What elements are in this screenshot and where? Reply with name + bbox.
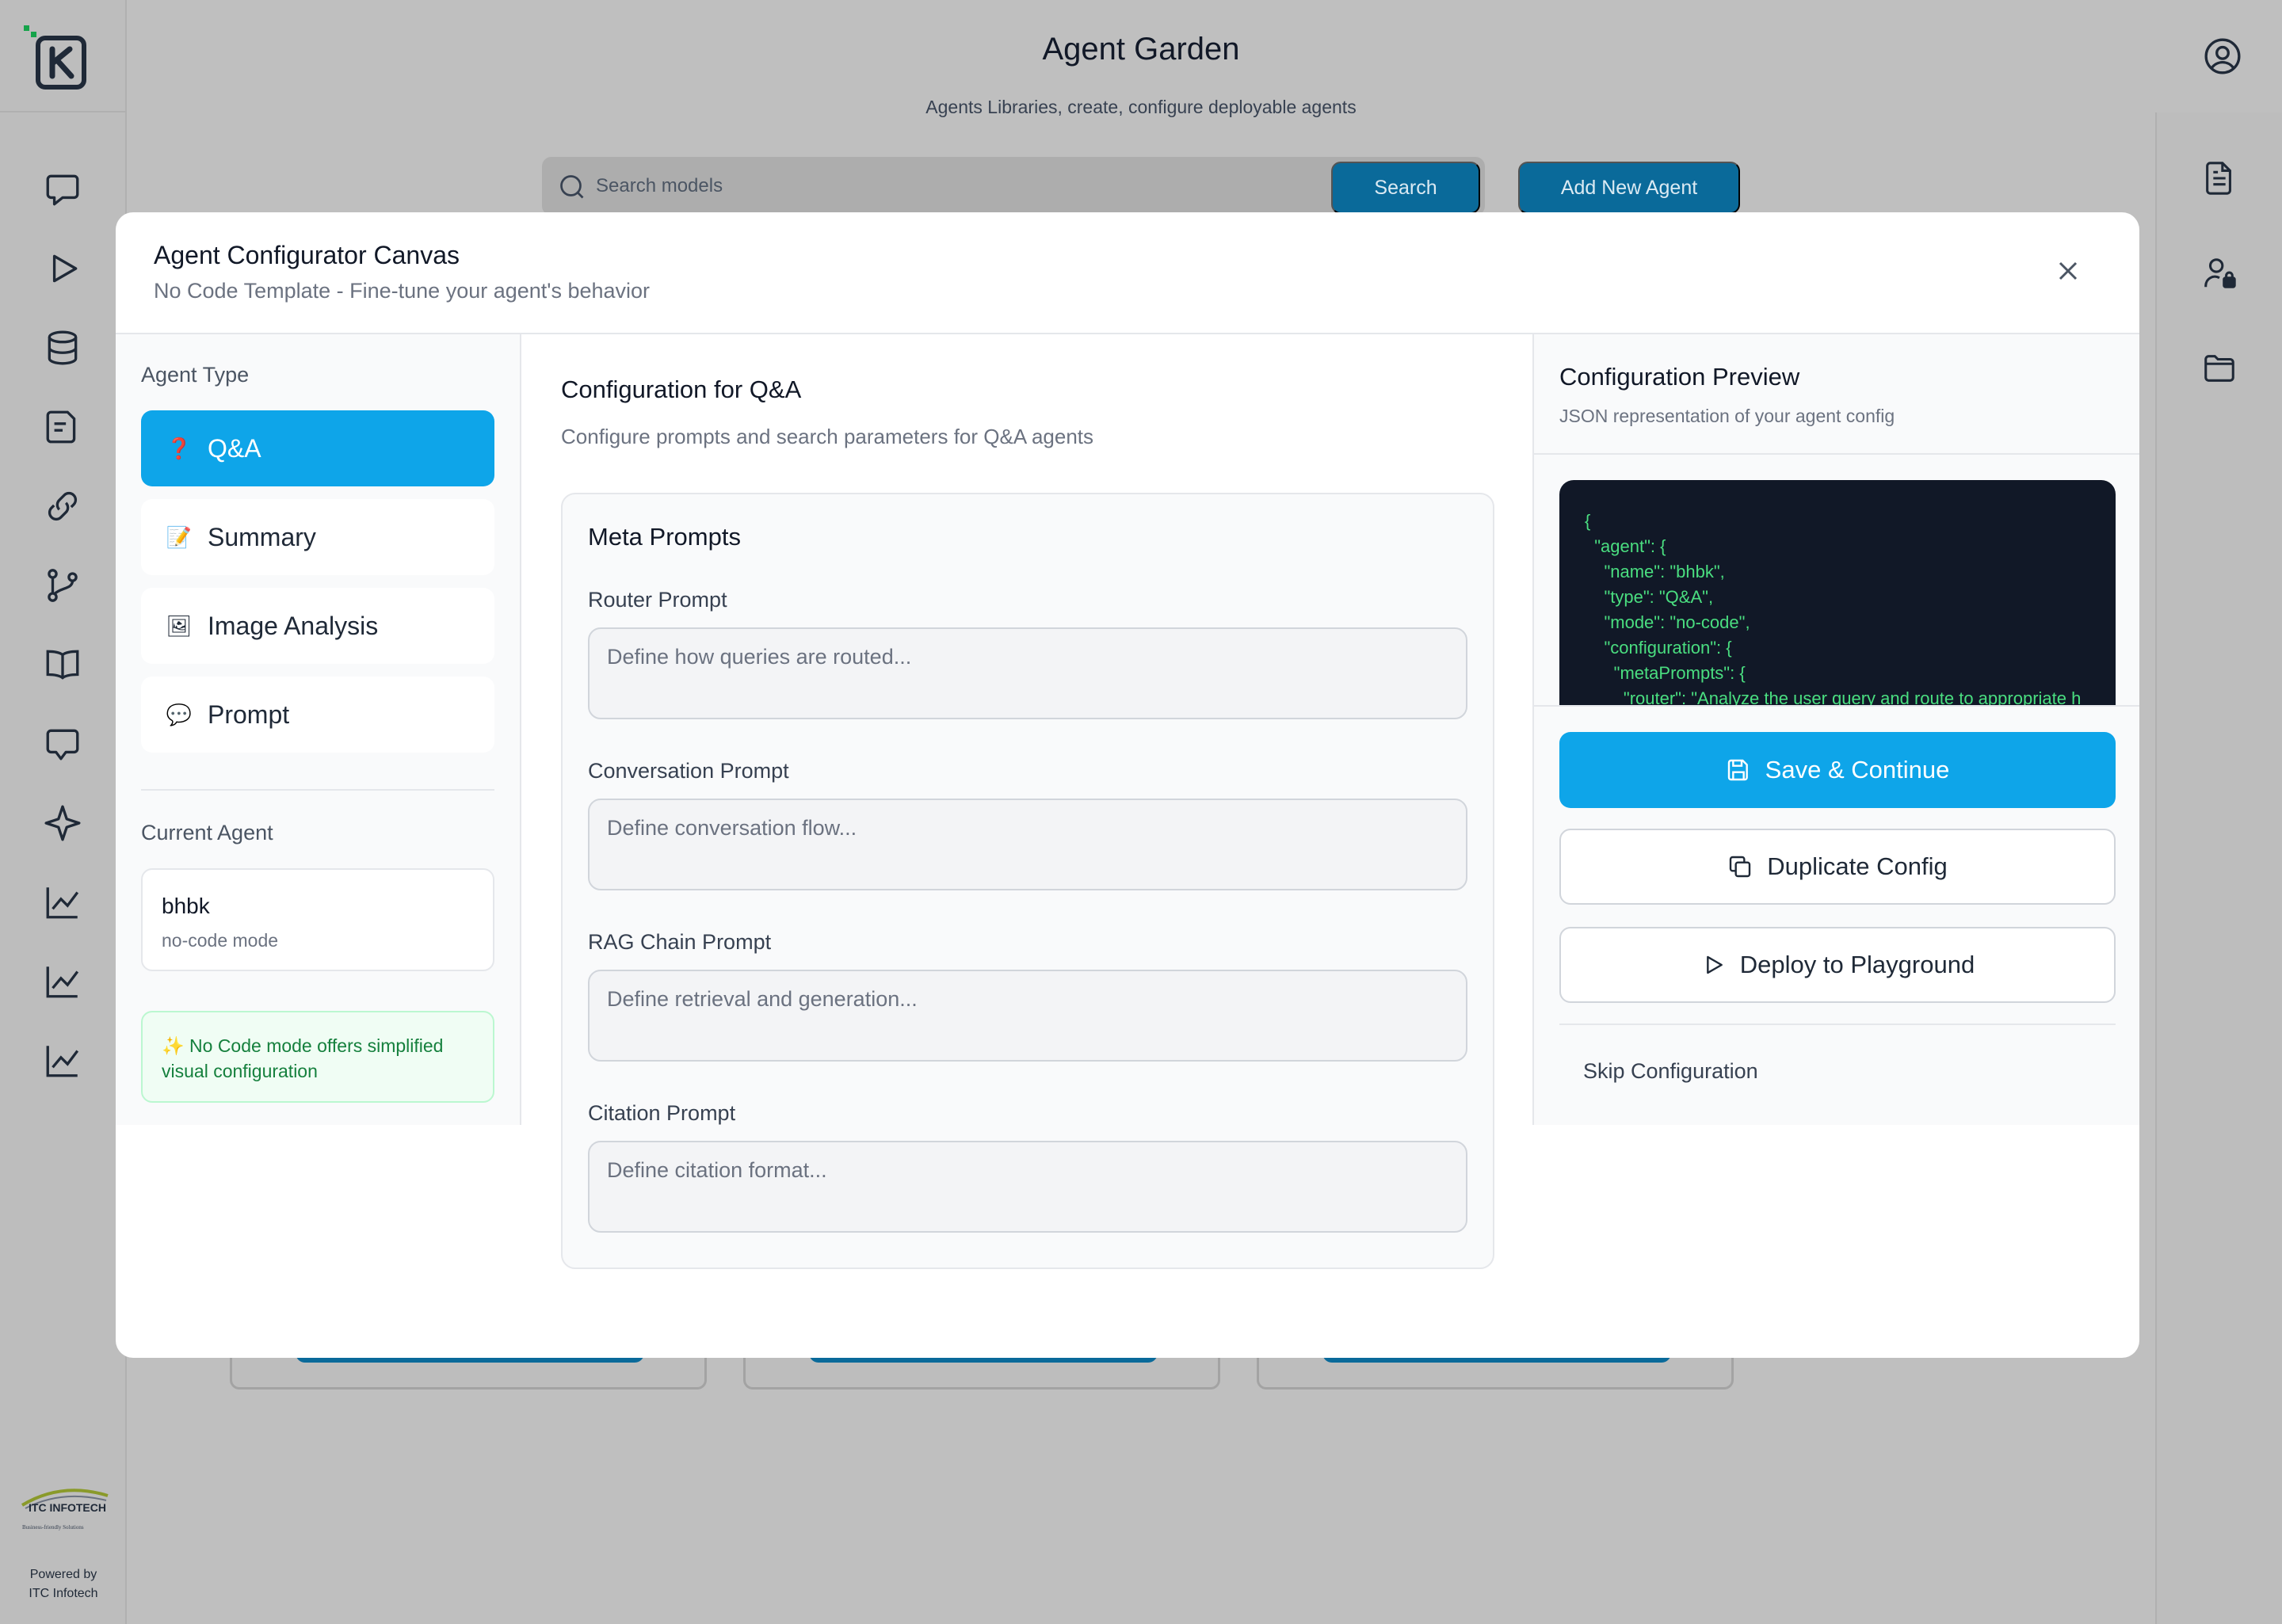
right-sidebar: [2155, 112, 2282, 1624]
router-prompt-label: Router Prompt: [588, 588, 727, 612]
configuration-description: Configure prompts and search parameters …: [561, 425, 1094, 448]
app-subtitle: Agents Libraries, create, configure depl…: [925, 97, 1357, 117]
agent-type-prompt[interactable]: 💬 Prompt: [141, 677, 494, 753]
modal-title: Agent Configurator Canvas: [154, 241, 460, 269]
current-agent-mode: no-code mode: [162, 930, 279, 951]
save-continue-label: Save & Continue: [1765, 756, 1950, 783]
deploy-playground-label: Deploy to Playground: [1739, 951, 1975, 978]
add-new-agent-button[interactable]: Add New Agent: [1518, 162, 1740, 214]
play-icon: [1706, 955, 1723, 974]
speech-bubble-icon: 💬: [166, 702, 193, 726]
router-prompt-input[interactable]: [588, 627, 1467, 719]
meta-prompts-title: Meta Prompts: [588, 523, 741, 551]
question-icon: ❓: [166, 436, 193, 460]
save-continue-button[interactable]: Save & Continue: [1559, 732, 2116, 808]
deploy-playground-button[interactable]: Deploy to Playground: [1559, 927, 2116, 1003]
play-icon[interactable]: [41, 247, 84, 290]
search-icon: [560, 175, 584, 199]
divider: [1559, 1024, 2116, 1025]
divider: [1534, 705, 2139, 707]
close-icon: [2059, 261, 2078, 280]
agent-type-summary-label: Summary: [208, 522, 316, 551]
agent-type-image-analysis-label: Image Analysis: [208, 611, 379, 640]
svg-text:ITC INFOTECH: ITC INFOTECH: [29, 1501, 106, 1514]
git-branch-icon[interactable]: [41, 564, 84, 607]
skip-configuration-button[interactable]: Skip Configuration: [1559, 1047, 1797, 1095]
duplicate-config-button[interactable]: Duplicate Config: [1559, 829, 2116, 905]
book-icon[interactable]: [41, 643, 84, 686]
configuration-preview-panel: Configuration Preview JSON representatio…: [1532, 334, 2139, 1125]
user-lock-icon[interactable]: [2198, 252, 2241, 295]
search-button[interactable]: Search: [1331, 162, 1480, 214]
agent-type-prompt-label: Prompt: [208, 700, 290, 729]
citation-prompt-input[interactable]: [588, 1141, 1467, 1233]
chat-icon[interactable]: [41, 168, 84, 211]
svg-text:Business-friendly Solutions: Business-friendly Solutions: [22, 1524, 84, 1531]
conversation-prompt-label: Conversation Prompt: [588, 759, 789, 783]
current-agent-name: bhbk: [162, 894, 210, 918]
copy-icon: [1730, 856, 1751, 878]
message-icon[interactable]: [41, 722, 84, 765]
rag-chain-prompt-input[interactable]: [588, 970, 1467, 1062]
memo-icon: 📝: [166, 524, 193, 549]
modal-subtitle: No Code Template - Fine-tune your agent'…: [154, 279, 651, 303]
citation-prompt-label: Citation Prompt: [588, 1101, 736, 1125]
agent-type-summary[interactable]: 📝 Summary: [141, 499, 494, 575]
chart-icon-3[interactable]: [41, 1039, 84, 1082]
save-icon: [1727, 759, 1748, 781]
powered-by: Powered by ITC Infotech: [0, 1565, 127, 1603]
current-agent-label: Current Agent: [141, 821, 273, 844]
agent-type-panel: Agent Type ❓ Q&A 📝 Summary 🖼 Image Analy…: [116, 334, 521, 1125]
current-agent-card: bhbk no-code mode: [141, 868, 494, 971]
sparkle-icon[interactable]: [41, 802, 84, 844]
picture-icon: 🖼: [166, 613, 193, 638]
note-icon[interactable]: [41, 406, 84, 448]
close-button[interactable]: [2052, 255, 2084, 287]
json-preview[interactable]: { "agent": { "name": "bhbk", "type": "Q&…: [1559, 480, 2116, 705]
configuration-panel: Configuration for Q&A Configure prompts …: [521, 334, 1532, 1358]
agent-type-qa[interactable]: ❓ Q&A: [141, 410, 494, 486]
database-icon[interactable]: [41, 326, 84, 369]
conversation-prompt-input[interactable]: [588, 799, 1467, 890]
chart-icon[interactable]: [41, 881, 84, 924]
document-icon[interactable]: [2198, 157, 2241, 200]
link-icon[interactable]: [41, 485, 84, 528]
no-code-hint: ✨ No Code mode offers simplified visual …: [141, 1011, 494, 1103]
agent-type-qa-label: Q&A: [208, 433, 261, 463]
itc-infotech-logo: ITC INFOTECH Business-friendly Solutions: [14, 1481, 113, 1537]
agent-type-image-analysis[interactable]: 🖼 Image Analysis: [141, 588, 494, 664]
rag-chain-prompt-label: RAG Chain Prompt: [588, 930, 772, 954]
left-sidebar: ITC INFOTECH Business-friendly Solutions…: [0, 0, 127, 1624]
preview-subtitle: JSON representation of your agent config: [1559, 406, 1895, 426]
chart-icon-2[interactable]: [41, 960, 84, 1003]
preview-title: Configuration Preview: [1559, 363, 1800, 391]
agent-type-label: Agent Type: [141, 363, 250, 387]
divider: [141, 789, 494, 791]
powered-by-company: ITC Infotech: [29, 1587, 98, 1600]
meta-prompts-card: Meta Prompts Router Prompt Conversation …: [561, 493, 1494, 1269]
json-preview-code: { "agent": { "name": "bhbk", "type": "Q&…: [1585, 511, 2082, 705]
agent-configurator-modal: Agent Configurator Canvas No Code Templa…: [116, 212, 2139, 1358]
divider: [1534, 453, 2139, 455]
search-input[interactable]: [596, 157, 1309, 215]
app-title: Agent Garden: [1042, 32, 1240, 67]
powered-by-label: Powered by: [29, 1568, 97, 1581]
modal-header: Agent Configurator Canvas No Code Templa…: [116, 212, 2139, 334]
folder-icon[interactable]: [2198, 347, 2241, 390]
duplicate-config-label: Duplicate Config: [1767, 852, 1948, 880]
configuration-title: Configuration for Q&A: [561, 376, 802, 403]
